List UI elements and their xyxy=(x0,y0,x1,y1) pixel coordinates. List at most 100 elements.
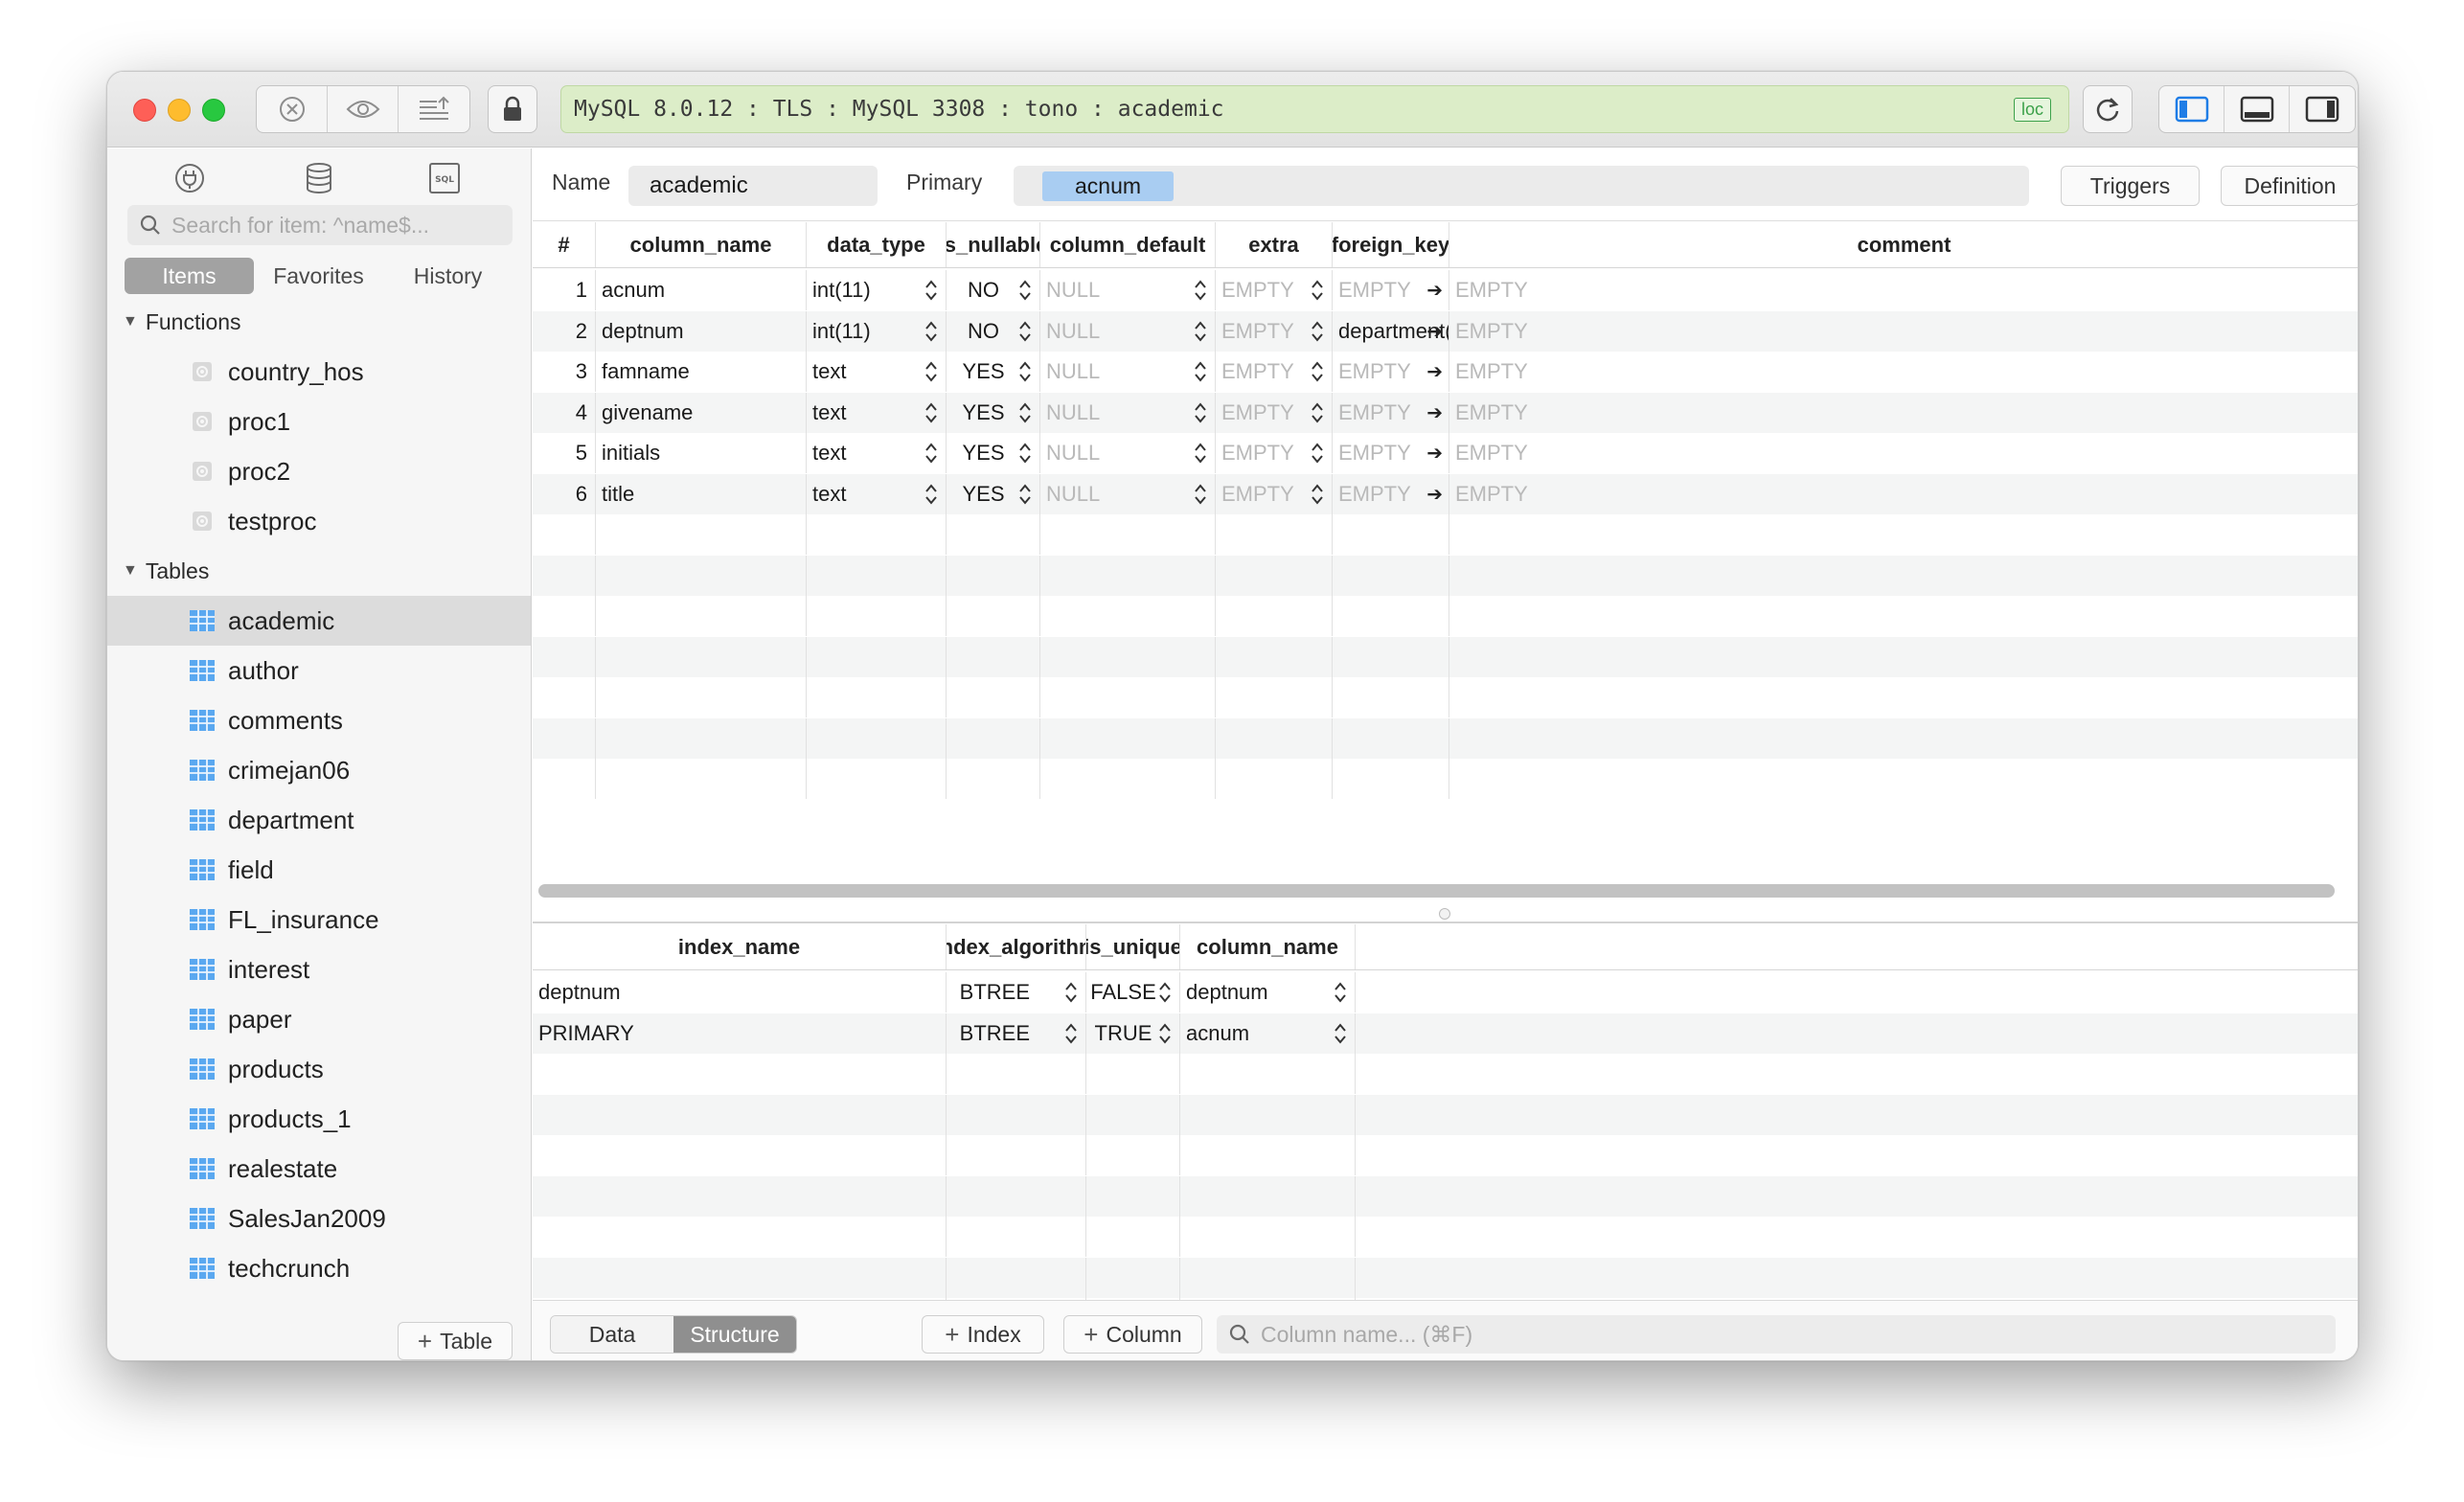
table-cell[interactable]: EMPTY xyxy=(1449,433,2358,473)
table-cell[interactable]: 5 xyxy=(533,433,596,473)
database-icon[interactable] xyxy=(304,162,334,199)
primary-key-field[interactable]: acnum xyxy=(1014,166,2029,206)
tables-group-header[interactable]: ▼ Tables xyxy=(107,546,531,596)
table-cell[interactable]: PRIMARY xyxy=(533,1013,947,1054)
table-cell[interactable]: BTREE xyxy=(947,1013,1086,1054)
add-index-button[interactable]: + Index xyxy=(922,1315,1044,1354)
sidebar-left-icon[interactable] xyxy=(2159,86,2224,132)
table-item[interactable]: crimejan06 xyxy=(107,745,531,795)
table-cell[interactable]: EMPTY ➔ xyxy=(1333,392,1449,433)
table-cell[interactable]: EMPTY ➔ xyxy=(1333,473,1449,514)
column-search-input[interactable]: Column name... (⌘F) xyxy=(1217,1315,2336,1354)
stepper-icon[interactable] xyxy=(1334,981,1347,1004)
column-header[interactable]: index_algorithm xyxy=(947,924,1086,969)
table-cell[interactable]: EMPTY xyxy=(1449,311,2358,352)
index-row[interactable]: PRIMARY BTREE TRUE acnum xyxy=(533,1013,2358,1054)
panel-bottom-icon[interactable] xyxy=(2224,86,2290,132)
table-cell[interactable]: initials xyxy=(596,433,807,473)
column-header[interactable]: extra xyxy=(1216,222,1333,267)
list-upload-icon[interactable] xyxy=(399,86,469,132)
function-item[interactable]: proc2 xyxy=(107,446,531,496)
tab-items[interactable]: Items xyxy=(125,258,254,294)
split-divider[interactable] xyxy=(533,922,2358,923)
table-cell[interactable]: EMPTY ➔ xyxy=(1333,352,1449,392)
add-table-button[interactable]: + Table xyxy=(398,1322,513,1360)
table-cell[interactable]: NULL xyxy=(1040,310,1216,352)
stepper-icon[interactable] xyxy=(1018,320,1032,343)
table-cell[interactable]: EMPTY xyxy=(1216,352,1333,392)
table-cell[interactable]: int(11) xyxy=(807,270,947,310)
stepper-icon[interactable] xyxy=(1311,320,1324,343)
table-cell[interactable]: 1 xyxy=(533,270,596,310)
table-cell[interactable]: EMPTY xyxy=(1216,270,1333,310)
table-row[interactable]: 2deptnumint(11)NONULLEMPTYdepartment(d..… xyxy=(533,310,2358,352)
table-item[interactable]: comments xyxy=(107,695,531,745)
table-cell[interactable]: YES xyxy=(947,433,1040,473)
table-cell[interactable]: 4 xyxy=(533,392,596,433)
stepper-icon[interactable] xyxy=(924,483,938,506)
stepper-icon[interactable] xyxy=(1194,360,1207,383)
stepper-icon[interactable] xyxy=(1064,981,1078,1004)
table-cell[interactable]: EMPTY ➔ xyxy=(1333,433,1449,473)
table-cell[interactable]: int(11) xyxy=(807,310,947,352)
arrow-right-icon[interactable]: ➔ xyxy=(1426,442,1443,466)
column-header[interactable]: column_name xyxy=(596,222,807,267)
table-row[interactable]: 4 givename text YES NULL EMPTY EMPTY ➔ EMPTY xyxy=(533,392,2358,433)
table-cell[interactable]: NULL xyxy=(1040,433,1216,473)
arrow-right-icon[interactable]: ➔ xyxy=(1426,279,1443,303)
table-cell[interactable]: NULL xyxy=(1040,270,1216,310)
table-cell[interactable]: EMPTY xyxy=(1449,270,2358,310)
stepper-icon[interactable] xyxy=(1158,981,1172,1004)
stepper-icon[interactable] xyxy=(1018,401,1032,424)
table-cell[interactable]: 2 xyxy=(533,310,596,352)
functions-group-header[interactable]: ▼ Functions xyxy=(107,297,531,347)
stepper-icon[interactable] xyxy=(1064,1022,1078,1045)
table-cell[interactable]: deptnum xyxy=(1180,972,1356,1013)
eye-icon[interactable] xyxy=(328,86,399,132)
sidebar-search-input[interactable]: Search for item: ^name$... xyxy=(127,205,513,245)
table-item[interactable]: field xyxy=(107,845,531,895)
table-item[interactable]: SalesJan2009 xyxy=(107,1194,531,1243)
table-item[interactable]: FL_insurance xyxy=(107,895,531,944)
table-cell[interactable]: TRUE xyxy=(1086,1013,1180,1054)
column-header[interactable]: comment xyxy=(1449,222,2358,267)
table-item[interactable]: realestate xyxy=(107,1144,531,1194)
table-row[interactable]: 5 initials text YES NULL EMPTY EMPTY ➔ EMPTY xyxy=(533,433,2358,473)
table-cell[interactable]: NULL xyxy=(1040,352,1216,392)
column-header[interactable]: column_default xyxy=(1040,222,1216,267)
table-cell[interactable]: EMPTY xyxy=(1216,310,1333,352)
table-item[interactable]: author xyxy=(107,646,531,695)
column-header[interactable]: # xyxy=(533,222,596,267)
minimize-window-button[interactable] xyxy=(168,99,191,122)
stepper-icon[interactable] xyxy=(1194,320,1207,343)
function-item[interactable]: country_hos xyxy=(107,347,531,397)
table-row[interactable]: 1 acnum int(11) NO NULL EMPTY EMPTY ➔ EMPTY xyxy=(533,270,2358,310)
stepper-icon[interactable] xyxy=(1311,360,1324,383)
close-window-button[interactable] xyxy=(133,99,156,122)
stepper-icon[interactable] xyxy=(924,442,938,465)
table-item[interactable]: paper xyxy=(107,994,531,1044)
stepper-icon[interactable] xyxy=(1311,401,1324,424)
table-cell[interactable]: EMPTY xyxy=(1449,393,2358,433)
table-cell[interactable]: YES xyxy=(947,392,1040,433)
table-cell[interactable]: givename xyxy=(596,392,807,433)
stepper-icon[interactable] xyxy=(1018,442,1032,465)
zoom-window-button[interactable] xyxy=(202,99,225,122)
table-cell[interactable]: 3 xyxy=(533,352,596,392)
table-cell[interactable]: YES xyxy=(947,352,1040,392)
table-cell[interactable]: title xyxy=(596,473,807,514)
arrow-right-icon[interactable]: ➔ xyxy=(1426,319,1443,343)
table-cell[interactable]: EMPTY xyxy=(1449,474,2358,514)
stepper-icon[interactable] xyxy=(924,320,938,343)
table-cell[interactable]: 6 xyxy=(533,473,596,514)
stepper-icon[interactable] xyxy=(1194,483,1207,506)
table-item[interactable]: products_1 xyxy=(107,1094,531,1144)
table-cell[interactable]: EMPTY ➔ xyxy=(1333,270,1449,310)
column-header[interactable]: index_name xyxy=(533,924,947,969)
plug-icon[interactable] xyxy=(173,162,206,199)
table-name-field[interactable]: academic xyxy=(628,166,878,206)
column-header[interactable]: is_unique xyxy=(1086,924,1180,969)
close-circle-icon[interactable] xyxy=(257,86,328,132)
sql-file-icon[interactable]: SQL xyxy=(428,162,461,199)
table-item[interactable]: interest xyxy=(107,944,531,994)
